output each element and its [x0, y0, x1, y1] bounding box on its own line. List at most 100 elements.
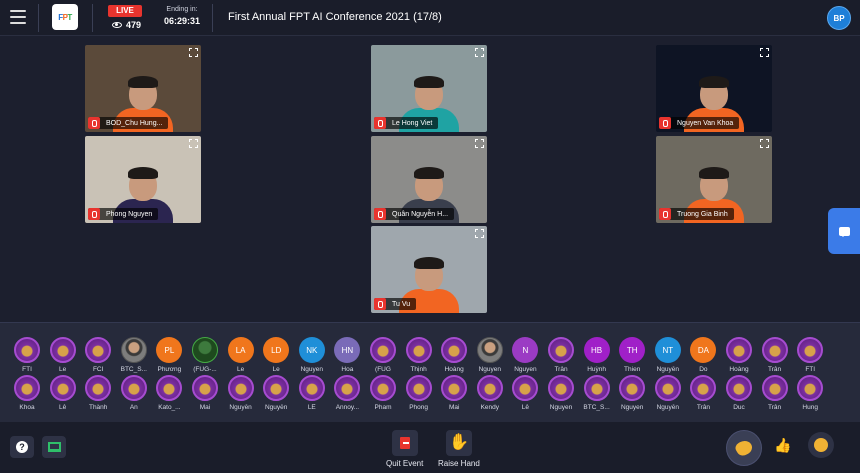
participant-item[interactable]: Hoàng: [722, 337, 756, 373]
thinking-reaction-button[interactable]: [808, 432, 834, 458]
viewer-count-value: 479: [126, 20, 142, 30]
participant-name: Trân: [554, 366, 568, 373]
participant-item[interactable]: Lê: [46, 375, 80, 411]
participant-item[interactable]: BTC_S...: [117, 337, 151, 373]
participant-name: FTI: [22, 366, 32, 373]
participant-item[interactable]: TH Thien: [615, 337, 649, 373]
user-avatar[interactable]: BP: [827, 6, 851, 30]
participant-item[interactable]: Trân: [544, 337, 578, 373]
hamburger-menu-icon[interactable]: [10, 10, 26, 24]
clap-reaction-button[interactable]: [726, 430, 762, 466]
mic-muted-icon: [659, 208, 671, 220]
participant-item[interactable]: (FUG: [366, 337, 400, 373]
participant-item[interactable]: NT Nguyễn: [651, 337, 685, 373]
clap-reaction-icon: [797, 337, 824, 363]
participant-item[interactable]: LD Le: [259, 337, 293, 373]
participant-item[interactable]: N Nguyen: [508, 337, 542, 373]
participant-item[interactable]: Nguyễn: [259, 375, 293, 411]
participant-item[interactable]: Trân: [758, 337, 792, 373]
participant-item[interactable]: LA Le: [224, 337, 258, 373]
participant-item[interactable]: Nguyen: [473, 337, 507, 373]
participant-item[interactable]: Mai: [188, 375, 222, 411]
video-tile[interactable]: Tu Vu: [371, 226, 487, 313]
clap-reaction-icon: [120, 375, 147, 401]
video-tile[interactable]: BOD_Chu Hung...: [85, 45, 201, 132]
video-tile[interactable]: Truong Gia Binh: [656, 136, 772, 223]
participant-item[interactable]: HB Huỳnh: [580, 337, 614, 373]
participant-item[interactable]: Mai: [437, 375, 471, 411]
raise-hand-button[interactable]: ✋ Raise Hand: [438, 430, 480, 468]
tile-name-bar: Quân Nguyễn H...: [374, 208, 455, 220]
participant-item[interactable]: PL Phương: [152, 337, 186, 373]
clap-icon: [733, 437, 755, 459]
participants-row: Khoa Lê Thành An Kato_... Mai Nguyễn Nguyễn LÊ An…: [0, 375, 860, 419]
participant-item[interactable]: Thành: [81, 375, 115, 411]
participant-item[interactable]: Pham: [366, 375, 400, 411]
participant-item[interactable]: Phong: [402, 375, 436, 411]
participant-item[interactable]: BTC_S...: [580, 375, 614, 411]
participant-item[interactable]: Nguyen: [615, 375, 649, 411]
expand-icon[interactable]: [475, 229, 484, 238]
participant-item[interactable]: Thịnh: [402, 337, 436, 373]
participant-name: Le: [58, 366, 67, 373]
tile-name: Le Hong Viet: [392, 119, 433, 127]
expand-icon[interactable]: [760, 139, 769, 148]
participant-item[interactable]: Kato_...: [152, 375, 186, 411]
expand-icon[interactable]: [189, 139, 198, 148]
participant-item[interactable]: Nguyen: [544, 375, 578, 411]
participant-item[interactable]: (FUG-...: [188, 337, 222, 373]
participant-name: BTC_S...: [120, 366, 147, 373]
quit-event-button[interactable]: Quit Event: [386, 430, 423, 468]
help-icon: ?: [16, 441, 28, 453]
participant-item[interactable]: LÊ: [295, 375, 329, 411]
hand-icon: ✋: [445, 430, 472, 456]
participant-item[interactable]: Kendy: [473, 375, 507, 411]
countdown-time: 06:29:31: [163, 16, 201, 26]
participant-item[interactable]: FCI: [81, 337, 115, 373]
participant-item[interactable]: Hoàng: [437, 337, 471, 373]
expand-icon[interactable]: [475, 48, 484, 57]
expand-icon[interactable]: [475, 139, 484, 148]
participant-item[interactable]: Hung: [793, 375, 827, 411]
participant-avatar: NK: [298, 337, 325, 363]
participant-item[interactable]: Trân: [686, 375, 720, 411]
video-tile[interactable]: Le Hong Viet: [371, 45, 487, 132]
participant-item[interactable]: HN Hoa: [330, 337, 364, 373]
expand-icon[interactable]: [760, 48, 769, 57]
clap-reaction-icon: [227, 375, 254, 401]
divider: [38, 4, 39, 32]
video-tile[interactable]: Quân Nguyễn H...: [371, 136, 487, 223]
expand-icon[interactable]: [189, 48, 198, 57]
participant-item[interactable]: FTI: [793, 337, 827, 373]
participant-name: Khoa: [19, 404, 35, 411]
layout-button[interactable]: [42, 436, 66, 458]
clap-reaction-icon: [761, 375, 788, 401]
thumbs-up-reaction-button[interactable]: 👍: [770, 432, 796, 458]
chat-bubble-icon: [838, 226, 850, 237]
participant-item[interactable]: Nguyễn: [651, 375, 685, 411]
participant-item[interactable]: DA Do: [686, 337, 720, 373]
participant-name: Lê: [58, 404, 67, 411]
participant-item[interactable]: Duc: [722, 375, 756, 411]
participant-item[interactable]: Annoy...: [330, 375, 364, 411]
chat-toggle-button[interactable]: [828, 208, 860, 254]
help-button[interactable]: ?: [10, 436, 34, 458]
participant-item[interactable]: FTI: [10, 337, 44, 373]
participant-item[interactable]: Khoa: [10, 375, 44, 411]
participant-item[interactable]: Nguyễn: [224, 375, 258, 411]
participant-name: Phong: [409, 404, 428, 411]
fpt-logo: FPT: [52, 4, 78, 30]
participant-item[interactable]: Le: [46, 337, 80, 373]
participant-avatar: DA: [690, 337, 717, 363]
participant-item[interactable]: Trân: [758, 375, 792, 411]
participant-item[interactable]: NK Nguyen: [295, 337, 329, 373]
participant-item[interactable]: Lê: [508, 375, 542, 411]
clap-reaction-icon: [49, 337, 76, 363]
video-tile[interactable]: Nguyen Van Khoa: [656, 45, 772, 132]
layout-icon: [47, 442, 61, 452]
mic-muted-icon: [374, 117, 386, 129]
participant-name: Thịnh: [410, 366, 427, 373]
participant-item[interactable]: An: [117, 375, 151, 411]
participant-name: Nguyễn: [229, 404, 252, 411]
video-tile[interactable]: Phong Nguyen: [85, 136, 201, 223]
